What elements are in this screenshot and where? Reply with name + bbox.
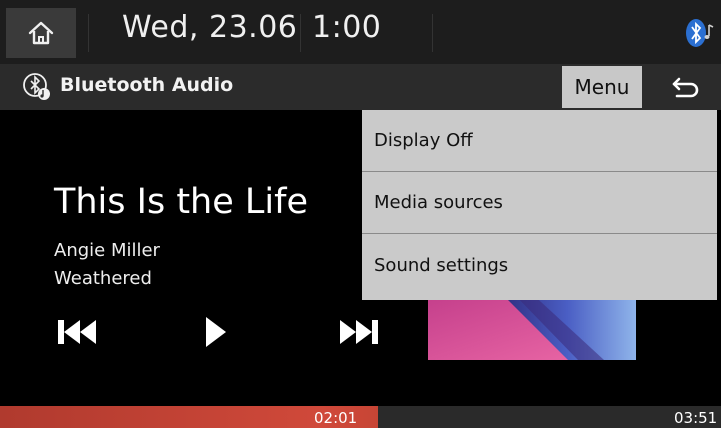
source-title: Bluetooth Audio [60,74,234,96]
status-divider [88,14,89,52]
bluetooth-audio-status-icon [686,19,714,47]
status-divider [300,14,301,52]
menu-item-media-sources[interactable]: Media sources [362,172,717,234]
album-art-image [428,290,636,360]
bluetooth-audio-icon [23,73,50,100]
date-text: Wed, 23.06 [122,10,298,45]
play-button[interactable] [196,312,236,352]
skip-previous-icon [58,320,96,344]
menu-button[interactable]: Menu [562,66,642,108]
options-menu: Display Off Media sources Sound settings [362,110,717,300]
album-art [428,290,636,360]
status-bar: Wed, 23.06 1:00 [0,0,721,64]
back-button[interactable] [650,64,721,110]
home-icon [28,21,54,45]
progress-bar[interactable] [0,406,721,428]
total-time: 03:51 [674,409,718,427]
album-name: Weathered [54,268,152,289]
back-icon [672,77,698,98]
bluetooth-audio-screen: Wed, 23.06 1:00 Bluetooth Audio Menu Thi… [0,0,721,428]
status-divider [432,14,433,52]
song-title: This Is the Life [54,182,308,222]
artist-name: Angie Miller [54,240,160,261]
menu-item-sound-settings[interactable]: Sound settings [362,234,717,296]
skip-next-icon [340,320,378,344]
elapsed-time: 02:01 [314,409,358,427]
home-button[interactable] [6,8,76,58]
clock-text: 1:00 [312,10,382,45]
previous-track-button[interactable] [50,312,106,352]
next-track-button[interactable] [328,312,388,352]
play-icon [206,317,226,347]
menu-item-display-off[interactable]: Display Off [362,110,717,172]
